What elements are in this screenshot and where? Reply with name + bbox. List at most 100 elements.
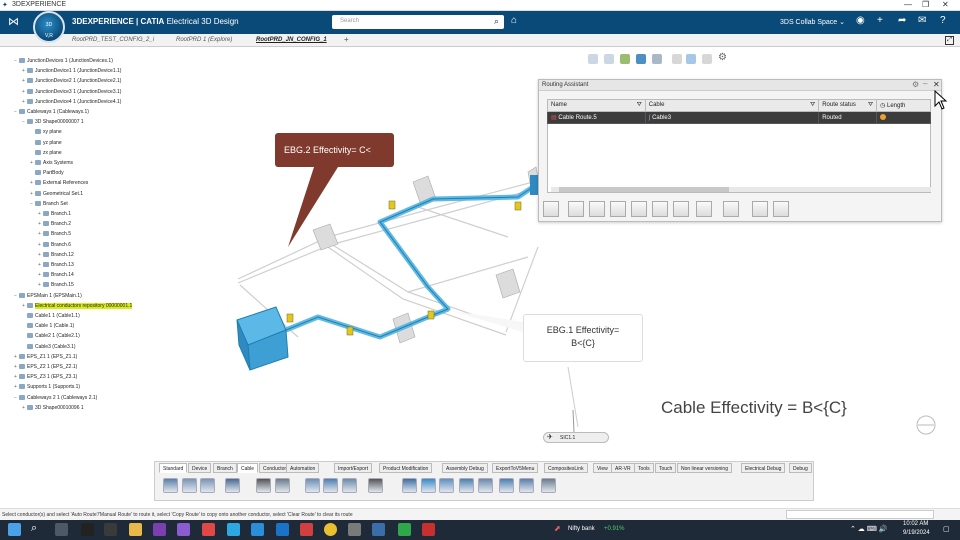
visual-studio-icon[interactable]	[177, 523, 190, 536]
tab-explore[interactable]: RootPRD 1 (Explore)	[176, 37, 232, 43]
tray-icons[interactable]: ⌃ ☁ ⌨ 🔊	[850, 525, 888, 533]
help-icon[interactable]: ?	[940, 15, 946, 26]
cell-name[interactable]: ▤ Cable Route.5	[547, 111, 646, 124]
col-length[interactable]: ◷ Length	[876, 99, 931, 112]
command-input[interactable]	[786, 510, 934, 519]
clock-time[interactable]: 10:02 AM	[903, 521, 928, 527]
paste-icon[interactable]	[200, 478, 215, 493]
search-taskbar-icon[interactable]: ⌕	[31, 522, 37, 535]
action-tab[interactable]: Branch	[213, 463, 237, 473]
search-box[interactable]: Search ⌕	[332, 15, 504, 29]
minimize-button[interactable]: —	[904, 0, 912, 9]
action-tab[interactable]: Non linear versioning	[677, 463, 732, 473]
export-button[interactable]	[773, 201, 789, 217]
tab-test-config[interactable]: RootPRD_TEST_CONFIG_2_i	[72, 37, 154, 43]
tree-node[interactable]: + JunctionDevice4 1 (JunctionDevice4.1)	[22, 98, 121, 105]
tree-node[interactable]: +3D Shape00010096 1	[22, 404, 84, 411]
sheet-icon[interactable]	[421, 478, 436, 493]
analysis-icon[interactable]	[478, 478, 493, 493]
route-icon[interactable]	[439, 478, 454, 493]
terminal-icon[interactable]	[81, 523, 94, 536]
action-tab[interactable]: Import/Export	[334, 463, 373, 473]
action-tab[interactable]: View	[593, 463, 612, 473]
tree-node[interactable]: zx plane	[30, 149, 62, 156]
tree-node[interactable]: − JunctionDevices 1 (JunctionDevices.1)	[14, 58, 113, 64]
app-6-icon[interactable]	[422, 523, 435, 536]
app-3-icon[interactable]	[300, 523, 313, 536]
tree-node[interactable]: + Branch.15	[38, 282, 74, 288]
tree-node[interactable]: + Branch.14	[38, 272, 74, 278]
onenote-icon[interactable]	[153, 523, 166, 536]
skype-icon[interactable]	[227, 523, 240, 536]
search-icon[interactable]: ⌕	[494, 16, 499, 27]
branch-icon[interactable]	[519, 478, 534, 493]
settings-gear-icon[interactable]: ⚙	[718, 52, 727, 63]
action-tab[interactable]: Device	[188, 463, 212, 473]
table-row[interactable]: ▤ Cable Route.5 ∫ Cable3 Routed	[547, 111, 931, 124]
filter-icon[interactable]: ⛛	[637, 102, 642, 109]
chrome-icon[interactable]	[324, 523, 337, 536]
action-tab[interactable]: Debug	[789, 463, 812, 473]
action-tab[interactable]: Tools	[634, 463, 654, 473]
undo-icon[interactable]	[225, 478, 240, 493]
action-tab[interactable]: Product Modification	[379, 463, 433, 473]
outlook-icon[interactable]	[276, 523, 289, 536]
hide-show-icon[interactable]	[636, 54, 646, 64]
view-mode-icon[interactable]	[652, 54, 662, 64]
tree-node[interactable]: −3D Shape00000007 1	[22, 119, 84, 125]
tree-node[interactable]: − EPSMain 1 (EPSMain.1)	[14, 292, 82, 299]
tree-node[interactable]: + Branch.12	[38, 251, 74, 258]
action-tab[interactable]: Electrical Debug	[741, 463, 786, 473]
task-view-icon[interactable]	[55, 523, 68, 536]
flatten-icon[interactable]	[541, 478, 556, 493]
edge-icon[interactable]	[251, 523, 264, 536]
file-explorer-icon[interactable]	[129, 523, 142, 536]
app-5-icon[interactable]	[398, 523, 411, 536]
tree-node[interactable]: + Branch.1	[38, 211, 71, 217]
tree-node[interactable]: PartBody	[30, 170, 64, 176]
connect-icon[interactable]	[499, 478, 514, 493]
tree-node[interactable]: + Electrical conductors repository 000000…	[22, 302, 133, 309]
zoom-icon[interactable]	[604, 54, 614, 64]
add-icon[interactable]: +	[877, 15, 883, 26]
user-icon[interactable]: ◉	[856, 15, 865, 26]
route-cable-button[interactable]	[610, 201, 626, 217]
stock-name[interactable]: Nifty bank	[568, 526, 595, 532]
action-tab[interactable]: Cable	[237, 463, 259, 473]
selection-icon[interactable]	[305, 478, 320, 493]
action-tab[interactable]: ExportToV5Menu	[492, 463, 539, 473]
tree-node[interactable]: Cable2 1 (Cable2.1)	[22, 333, 80, 339]
tree-node[interactable]: + Branch.13	[38, 262, 74, 268]
edit-icon[interactable]	[402, 478, 417, 493]
maximize-button[interactable]: ❐	[922, 0, 929, 9]
close-window-button[interactable]: ✕	[942, 0, 949, 9]
cell-length[interactable]	[876, 111, 931, 124]
action-tab[interactable]: CompositesLink	[544, 463, 588, 473]
col-name[interactable]: Name ⛛	[547, 99, 646, 112]
new-tab-button[interactable]: +	[344, 35, 349, 44]
tree-node[interactable]: yz plane	[30, 139, 62, 146]
tree-node[interactable]: + Branch.6	[38, 241, 71, 248]
notification-icon[interactable]: ▢	[943, 525, 950, 533]
tree-node[interactable]: + Branch.5	[38, 231, 71, 237]
tree-node[interactable]: − Branch Set	[30, 200, 68, 207]
panel-header[interactable]: Routing Assistant ⚙ – ✕	[539, 79, 941, 91]
app-2-icon[interactable]	[202, 523, 215, 536]
share-icon[interactable]: ➦	[898, 15, 906, 26]
tree-node[interactable]: + External References	[30, 180, 88, 186]
ds-logo-icon[interactable]: ⋈	[8, 15, 19, 28]
move-icon[interactable]	[368, 478, 383, 493]
hand-icon[interactable]	[702, 54, 712, 64]
clock-date[interactable]: 9/19/2024	[903, 530, 930, 536]
3dexperience-taskbar-icon[interactable]	[372, 523, 385, 536]
tag-icon[interactable]: ⌂	[511, 15, 517, 26]
tree-node[interactable]: − Cableways 1 (Cableways.1)	[14, 109, 89, 115]
panel-close-icon[interactable]: ✕	[933, 80, 940, 89]
report-button[interactable]	[752, 201, 768, 217]
filter-icon[interactable]: ⛛	[810, 102, 815, 109]
tree-node[interactable]: + EPS_Z1 1 (EPS_Z1.1)	[14, 353, 77, 360]
tree-node[interactable]: + JunctionDevice1 1 (JunctionDevice1.1)	[22, 68, 121, 74]
fit-all-icon[interactable]	[588, 54, 598, 64]
grid-icon[interactable]	[342, 478, 357, 493]
cut-icon[interactable]	[163, 478, 178, 493]
